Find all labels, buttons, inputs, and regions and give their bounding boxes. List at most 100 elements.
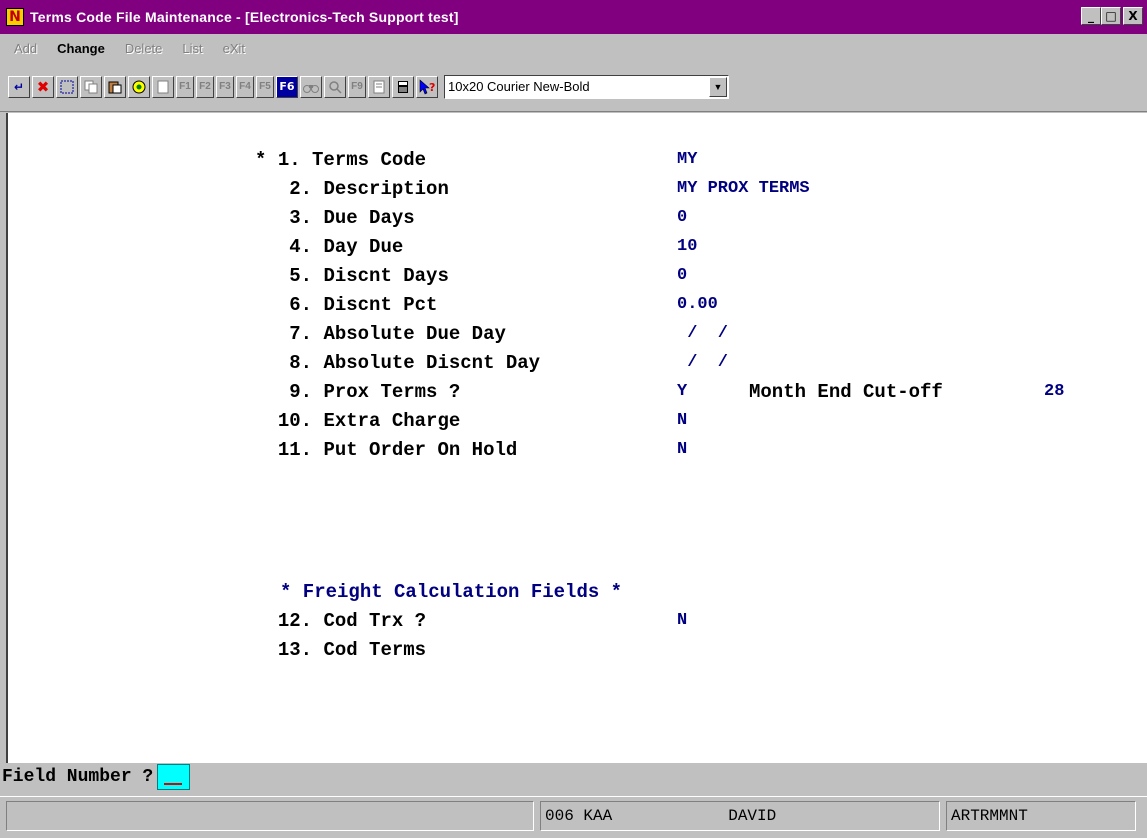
field-number: 2. <box>289 178 313 200</box>
font-selector-value: 10x20 Courier New-Bold <box>448 79 590 94</box>
f1-key[interactable]: F1 <box>176 75 194 98</box>
settings-gear-icon[interactable] <box>128 75 150 98</box>
due-days-value[interactable]: 0 <box>677 205 687 231</box>
status-user: DAVID <box>728 807 777 825</box>
f4-key[interactable]: F4 <box>236 75 254 98</box>
cancel-icon[interactable]: ✖ <box>32 75 54 98</box>
minimize-button[interactable]: _ <box>1081 7 1101 25</box>
field-label: Discnt Pct <box>323 294 438 316</box>
field-7-row: 7. Absolute Due Day <box>255 321 506 347</box>
absolute-due-day-value[interactable]: / / <box>677 321 728 347</box>
field-11-row: 11. Put Order On Hold <box>255 437 517 463</box>
field-number: 6. <box>289 294 313 316</box>
field-label: Absolute Due Day <box>323 323 506 345</box>
title-bar: N Terms Code File Maintenance - [Electro… <box>0 0 1147 34</box>
field-label: Cod Trx ? <box>323 610 427 632</box>
text-cursor <box>164 783 183 785</box>
field-5-row: 5. Discnt Days <box>255 263 449 289</box>
f3-key[interactable]: F3 <box>216 75 234 98</box>
field-number: 4. <box>289 236 313 258</box>
status-company: 006 KAA <box>545 807 613 825</box>
properties-icon[interactable] <box>152 75 174 98</box>
terms-code-value[interactable]: MY <box>677 147 697 173</box>
field-number: 3. <box>289 207 313 229</box>
absolute-discnt-day-value[interactable]: / / <box>677 350 728 376</box>
field-number: 9. <box>289 381 313 403</box>
menu-list[interactable]: List <box>182 41 202 56</box>
day-due-value[interactable]: 10 <box>677 234 697 260</box>
paste-icon[interactable] <box>104 75 126 98</box>
binoculars-icon[interactable] <box>300 75 322 98</box>
close-button[interactable]: X <box>1123 7 1143 25</box>
chevron-down-icon[interactable]: ▼ <box>709 76 727 97</box>
cod-trx-value[interactable]: N <box>677 608 687 634</box>
f9-key[interactable]: F9 <box>348 75 366 98</box>
window-title: Terms Code File Maintenance - [Electroni… <box>30 9 459 25</box>
svg-text:?: ? <box>429 81 435 94</box>
field-4-row: 4. Day Due <box>255 234 403 260</box>
required-marker: * <box>255 149 267 171</box>
field-9-row: 9. Prox Terms ? <box>255 379 460 405</box>
field-number: 13. <box>277 639 313 661</box>
field-label: Due Days <box>323 207 415 229</box>
menu-delete[interactable]: Delete <box>125 41 163 56</box>
field-3-row: 3. Due Days <box>255 205 415 231</box>
f5-key[interactable]: F5 <box>256 75 274 98</box>
copy-icon[interactable] <box>80 75 102 98</box>
font-selector[interactable]: 10x20 Courier New-Bold ▼ <box>444 74 729 99</box>
calculator-icon[interactable] <box>392 75 414 98</box>
description-value[interactable]: MY PROX TERMS <box>677 176 810 202</box>
field-label: Prox Terms ? <box>323 381 461 403</box>
put-order-on-hold-value[interactable]: N <box>677 437 687 463</box>
freight-section-heading: * Freight Calculation Fields * <box>280 581 623 603</box>
field-number: 7. <box>289 323 313 345</box>
magnifier-icon[interactable] <box>324 75 346 98</box>
field-number: 12. <box>277 610 313 632</box>
toolbar: ↵ ✖ F1 F2 F3 F4 F5 F6 F9 ? 10x20 Courier… <box>0 62 1147 112</box>
select-box-icon[interactable] <box>56 75 78 98</box>
menu-bar: Add Change Delete List eXit <box>0 34 1147 62</box>
field-label: Description <box>323 178 449 200</box>
maximize-button[interactable]: □ <box>1101 7 1121 25</box>
prompt-bar: Field Number ? <box>0 763 1147 791</box>
field-13-row: 13. Cod Terms <box>255 637 426 663</box>
status-message <box>6 801 534 831</box>
month-end-value[interactable]: 28 <box>1044 379 1064 405</box>
document-icon[interactable] <box>368 75 390 98</box>
menu-change[interactable]: Change <box>57 41 105 56</box>
field-1-row: * 1. Terms Code <box>255 147 426 173</box>
status-bar: 006 KAA DAVID ARTRMMNT <box>0 796 1147 836</box>
help-icon[interactable]: ? <box>416 75 438 98</box>
menu-add[interactable]: Add <box>14 41 37 56</box>
field-label: Absolute Discnt Day <box>323 352 541 374</box>
field-6-row: 6. Discnt Pct <box>255 292 437 318</box>
prompt-label: Field Number ? <box>2 767 154 787</box>
field-8-row: 8. Absolute Discnt Day <box>255 350 540 376</box>
field-label: Day Due <box>323 236 404 258</box>
field-number: 8. <box>289 352 313 374</box>
field-label: Put Order On Hold <box>323 439 518 461</box>
field-number: 5. <box>289 265 313 287</box>
field-number: 11. <box>277 439 313 461</box>
month-end-label: Month End Cut-off <box>749 381 943 403</box>
field-number: 10. <box>277 410 313 432</box>
app-icon[interactable]: N <box>6 8 24 26</box>
field-number-input[interactable] <box>157 764 191 790</box>
status-program: ARTRMMNT <box>946 801 1136 831</box>
form-area: * 1. Terms Code 2. Description 3. Due Da… <box>6 113 1147 763</box>
prox-terms-value[interactable]: Y <box>677 379 687 405</box>
f6-key[interactable]: F6 <box>276 75 298 98</box>
field-label: Discnt Days <box>323 265 449 287</box>
field-label: Extra Charge <box>323 410 461 432</box>
field-10-row: 10. Extra Charge <box>255 408 460 434</box>
field-2-row: 2. Description <box>255 176 449 202</box>
field-number: 1. <box>277 149 301 171</box>
f2-key[interactable]: F2 <box>196 75 214 98</box>
discnt-pct-value[interactable]: 0.00 <box>677 292 718 318</box>
field-label: Terms Code <box>312 149 427 171</box>
extra-charge-value[interactable]: N <box>677 408 687 434</box>
discnt-days-value[interactable]: 0 <box>677 263 687 289</box>
enter-icon[interactable]: ↵ <box>8 75 30 98</box>
menu-exit[interactable]: eXit <box>223 41 245 56</box>
window-controls: _ □ X <box>1081 7 1143 25</box>
